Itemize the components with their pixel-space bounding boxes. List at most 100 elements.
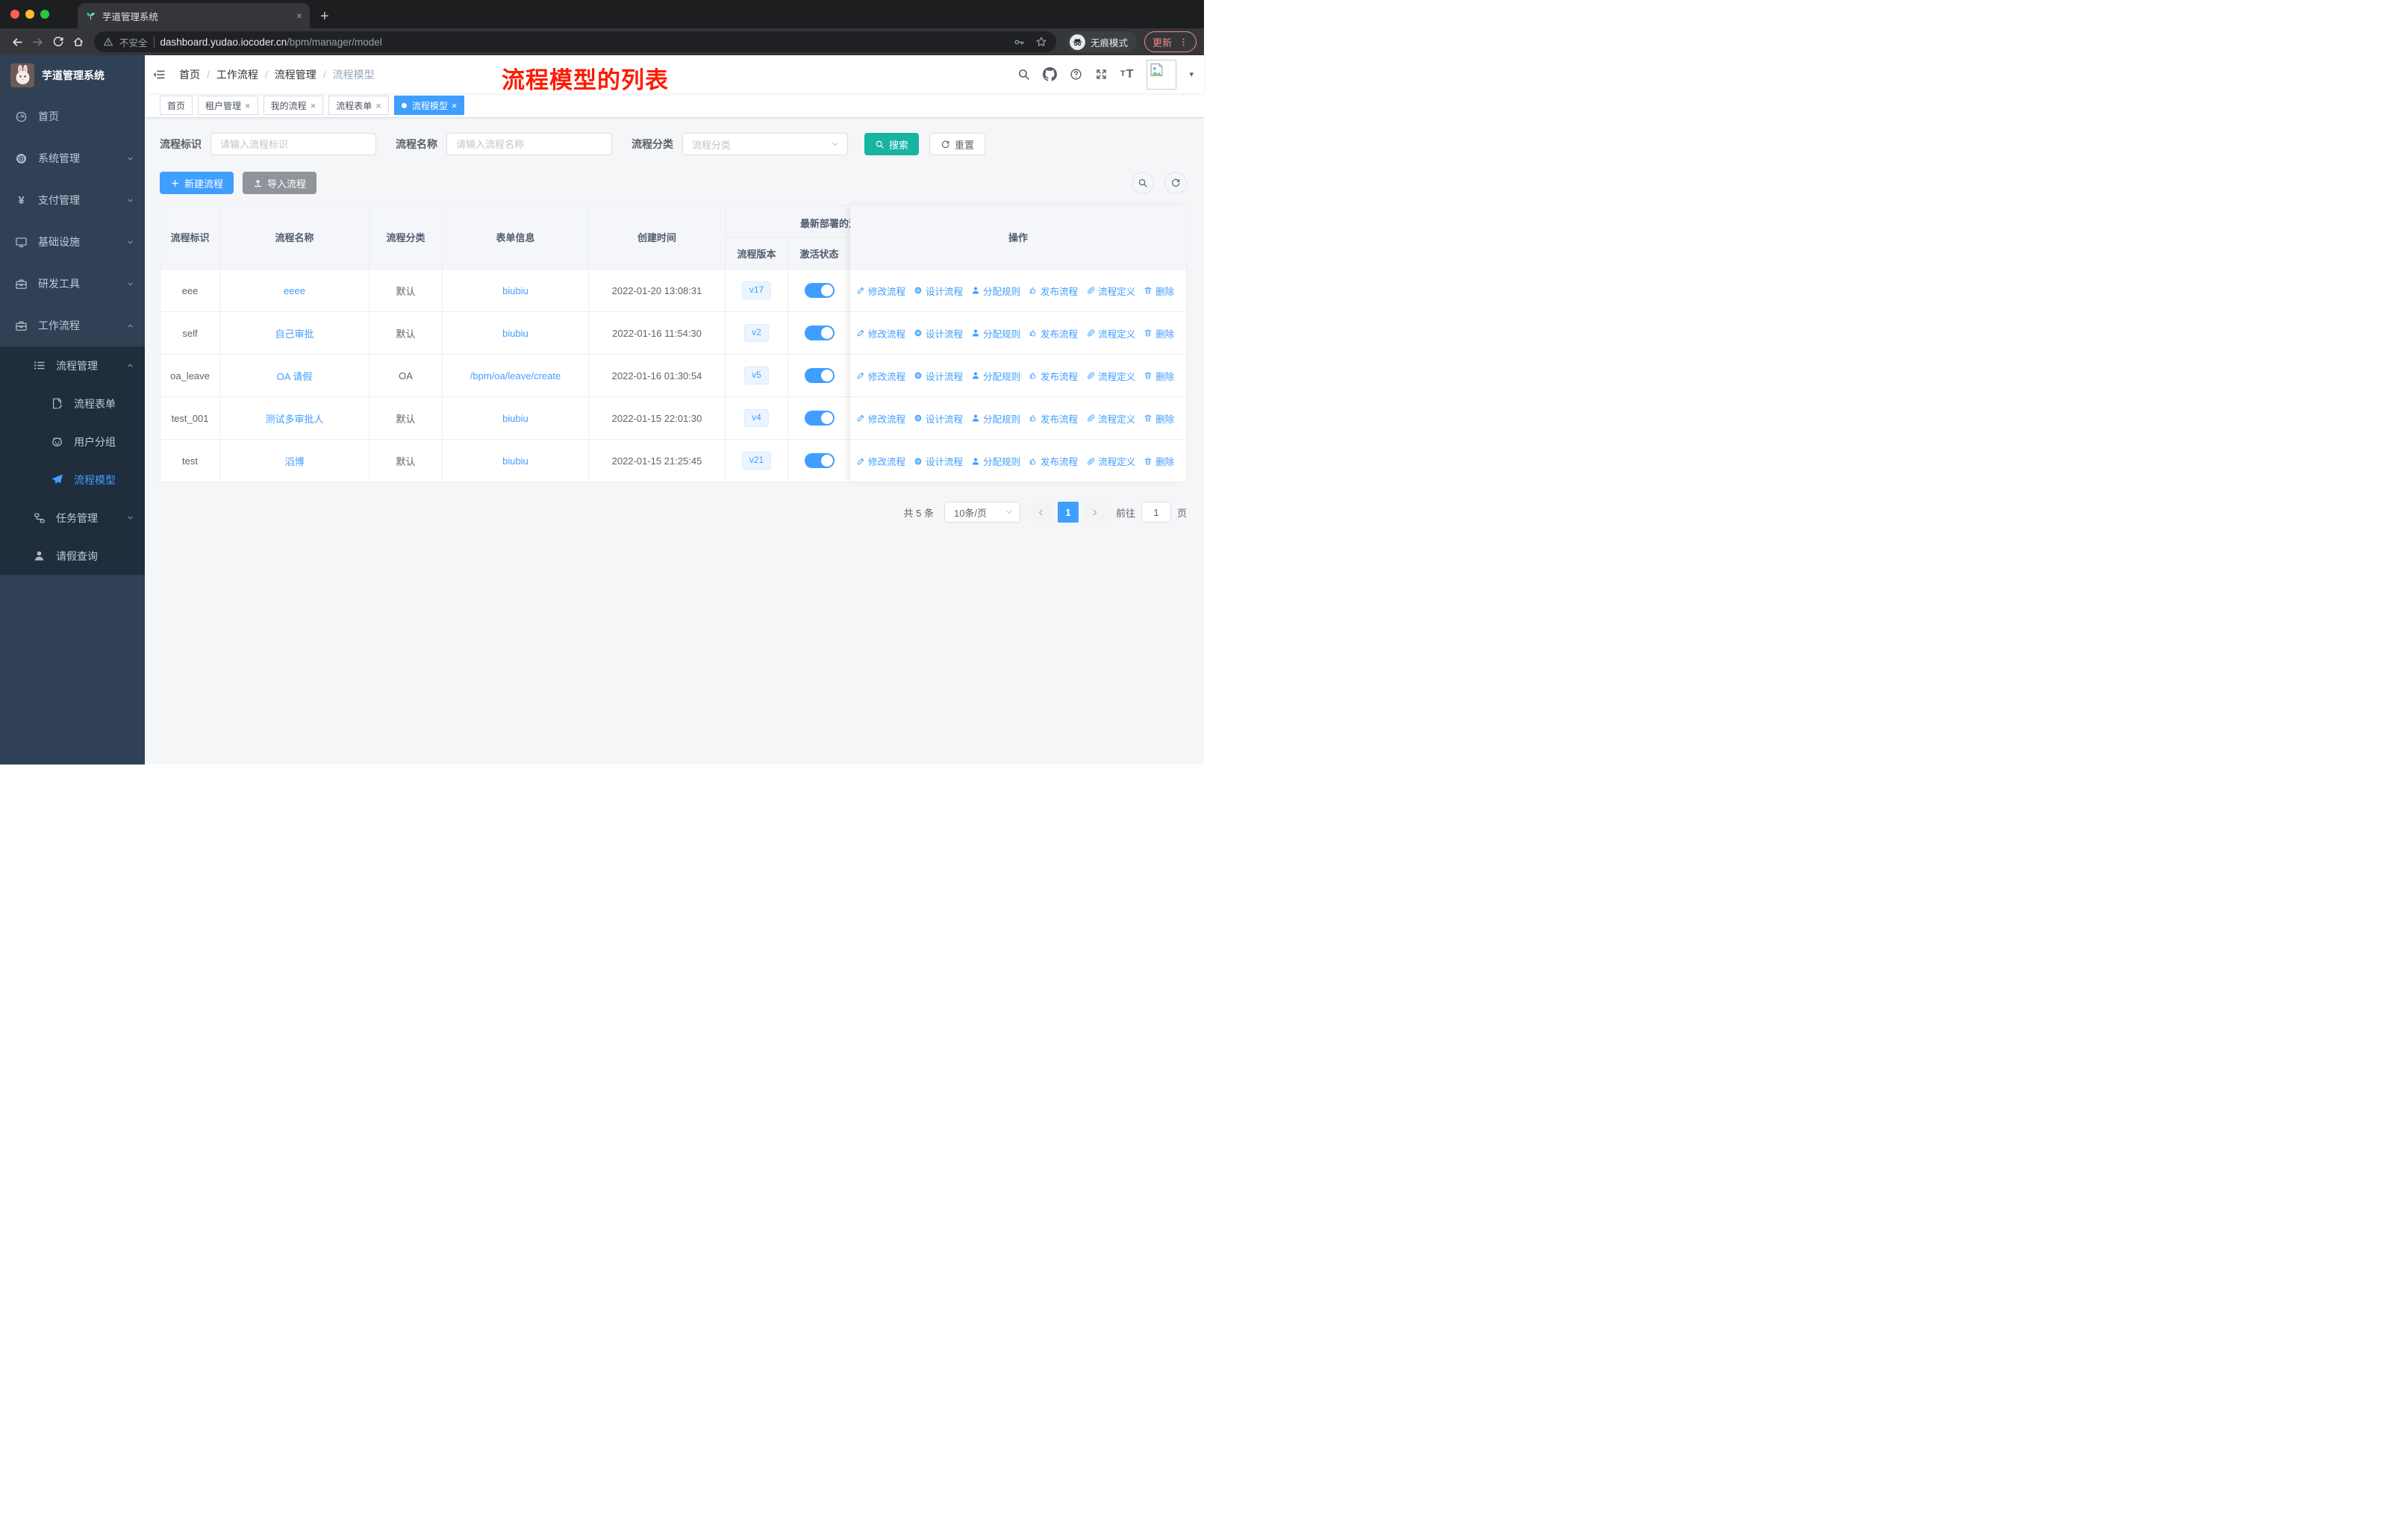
activation-toggle[interactable]	[804, 326, 835, 340]
process-name-input[interactable]	[446, 133, 612, 155]
avatar-caret-icon[interactable]: ▾	[1189, 69, 1194, 79]
process-category-select[interactable]: 流程分类	[682, 133, 848, 155]
model-name-link[interactable]: 滔博	[219, 439, 369, 482]
design-process-link[interactable]: 设计流程	[914, 284, 963, 298]
sidebar-logo-row[interactable]: 芋道管理系统	[0, 55, 145, 96]
page-size-select[interactable]: 10条/页	[943, 502, 1020, 523]
assign-rule-link[interactable]: 分配规则	[971, 454, 1020, 468]
assign-rule-link[interactable]: 分配规则	[971, 326, 1020, 340]
publish-process-link[interactable]: 发布流程	[1029, 284, 1078, 298]
current-page-button[interactable]: 1	[1057, 502, 1079, 523]
delete-link[interactable]: 删除	[1144, 369, 1174, 383]
sidebar-item-payment[interactable]: ¥ 支付管理	[0, 179, 145, 221]
tag-process-form[interactable]: 流程表单 ×	[328, 96, 389, 115]
modify-process-link[interactable]: 修改流程	[856, 411, 905, 426]
delete-link[interactable]: 删除	[1144, 454, 1174, 468]
sidebar-item-devtools[interactable]: 研发工具	[0, 263, 145, 305]
model-form-link[interactable]: biubiu	[442, 311, 589, 355]
modify-process-link[interactable]: 修改流程	[856, 454, 905, 468]
publish-process-link[interactable]: 发布流程	[1029, 326, 1078, 340]
toggle-search-button[interactable]	[1132, 172, 1154, 194]
tag-tenant[interactable]: 租户管理 ×	[198, 96, 258, 115]
sidebar-item-process-manage[interactable]: 流程管理	[0, 346, 145, 384]
model-form-link[interactable]: biubiu	[442, 439, 589, 482]
password-key-icon[interactable]	[1014, 37, 1025, 48]
sidebar-collapse-icon[interactable]	[145, 68, 175, 81]
process-key-input[interactable]	[210, 133, 376, 155]
next-page-button[interactable]	[1084, 502, 1105, 523]
sidebar-item-task-manage[interactable]: 任务管理	[0, 499, 145, 537]
address-bar[interactable]: 不安全 dashboard.yudao.iocoder.cn/bpm/manag…	[94, 31, 1056, 52]
browser-menu-icon[interactable]	[1179, 37, 1188, 47]
design-process-link[interactable]: 设计流程	[914, 411, 963, 426]
sidebar-item-system[interactable]: 系统管理	[0, 137, 145, 179]
publish-process-link[interactable]: 发布流程	[1029, 369, 1078, 383]
prev-page-button[interactable]	[1030, 502, 1052, 523]
publish-process-link[interactable]: 发布流程	[1029, 411, 1078, 426]
reload-icon[interactable]	[48, 32, 68, 52]
delete-link[interactable]: 删除	[1144, 411, 1174, 426]
close-icon[interactable]: ×	[245, 101, 251, 110]
tag-my-process[interactable]: 我的流程 ×	[263, 96, 324, 115]
reset-button[interactable]: 重置	[929, 133, 986, 155]
avatar[interactable]	[1147, 59, 1177, 90]
model-form-link[interactable]: biubiu	[442, 269, 589, 312]
close-icon[interactable]: ×	[452, 101, 458, 110]
process-definition-link[interactable]: 流程定义	[1086, 284, 1135, 298]
process-definition-link[interactable]: 流程定义	[1086, 454, 1135, 468]
not-secure-warning-icon[interactable]	[103, 37, 113, 47]
fullscreen-icon[interactable]	[1095, 68, 1108, 81]
goto-page-input[interactable]	[1141, 502, 1171, 523]
model-name-link[interactable]: eeee	[219, 269, 369, 312]
modify-process-link[interactable]: 修改流程	[856, 369, 905, 383]
sidebar-item-process-form[interactable]: 流程表单	[0, 384, 145, 423]
delete-link[interactable]: 删除	[1144, 326, 1174, 340]
new-tab-button[interactable]: +	[320, 9, 329, 24]
browser-tab[interactable]: 芋道管理系统 ×	[78, 3, 310, 28]
modify-process-link[interactable]: 修改流程	[856, 284, 905, 298]
close-icon[interactable]: ×	[375, 101, 381, 110]
search-icon[interactable]	[1017, 68, 1030, 81]
browser-update-button[interactable]: 更新	[1144, 31, 1197, 52]
help-icon[interactable]	[1070, 68, 1082, 81]
close-icon[interactable]: ×	[311, 101, 316, 110]
sidebar-item-leave-query[interactable]: 请假查询	[0, 537, 145, 575]
sidebar-item-workflow[interactable]: 工作流程	[0, 305, 145, 346]
tag-home[interactable]: 首页	[160, 96, 193, 115]
forward-icon[interactable]	[28, 32, 48, 52]
home-icon[interactable]	[68, 32, 88, 52]
sidebar-item-home[interactable]: 首页	[0, 96, 145, 137]
tag-process-model[interactable]: 流程模型 ×	[393, 96, 465, 115]
sidebar-item-process-model[interactable]: 流程模型	[0, 461, 145, 499]
model-name-link[interactable]: OA 请假	[219, 354, 369, 397]
model-name-link[interactable]: 测试多审批人	[219, 396, 369, 440]
design-process-link[interactable]: 设计流程	[914, 454, 963, 468]
process-definition-link[interactable]: 流程定义	[1086, 411, 1135, 426]
refresh-table-button[interactable]	[1164, 172, 1187, 194]
delete-link[interactable]: 删除	[1144, 284, 1174, 298]
minimize-window-button[interactable]	[25, 10, 34, 19]
back-icon[interactable]	[7, 32, 28, 52]
process-definition-link[interactable]: 流程定义	[1086, 369, 1135, 383]
modify-process-link[interactable]: 修改流程	[856, 326, 905, 340]
search-button[interactable]: 搜索	[864, 133, 920, 155]
sidebar-item-infra[interactable]: 基础设施	[0, 221, 145, 263]
close-window-button[interactable]	[10, 10, 19, 19]
publish-process-link[interactable]: 发布流程	[1029, 454, 1078, 468]
create-process-button[interactable]: 新建流程	[160, 172, 234, 194]
model-name-link[interactable]: 自己审批	[219, 311, 369, 355]
design-process-link[interactable]: 设计流程	[914, 326, 963, 340]
assign-rule-link[interactable]: 分配规则	[971, 284, 1020, 298]
breadcrumb-workflow[interactable]: 工作流程	[216, 67, 258, 82]
design-process-link[interactable]: 设计流程	[914, 369, 963, 383]
activation-toggle[interactable]	[804, 368, 835, 383]
model-form-link[interactable]: biubiu	[442, 396, 589, 440]
activation-toggle[interactable]	[804, 283, 835, 298]
breadcrumb-home[interactable]: 首页	[179, 67, 200, 82]
github-icon[interactable]	[1042, 67, 1057, 81]
tab-close-icon[interactable]: ×	[296, 10, 302, 21]
assign-rule-link[interactable]: 分配规则	[971, 411, 1020, 426]
import-process-button[interactable]: 导入流程	[243, 172, 317, 194]
assign-rule-link[interactable]: 分配规则	[971, 369, 1020, 383]
process-definition-link[interactable]: 流程定义	[1086, 326, 1135, 340]
